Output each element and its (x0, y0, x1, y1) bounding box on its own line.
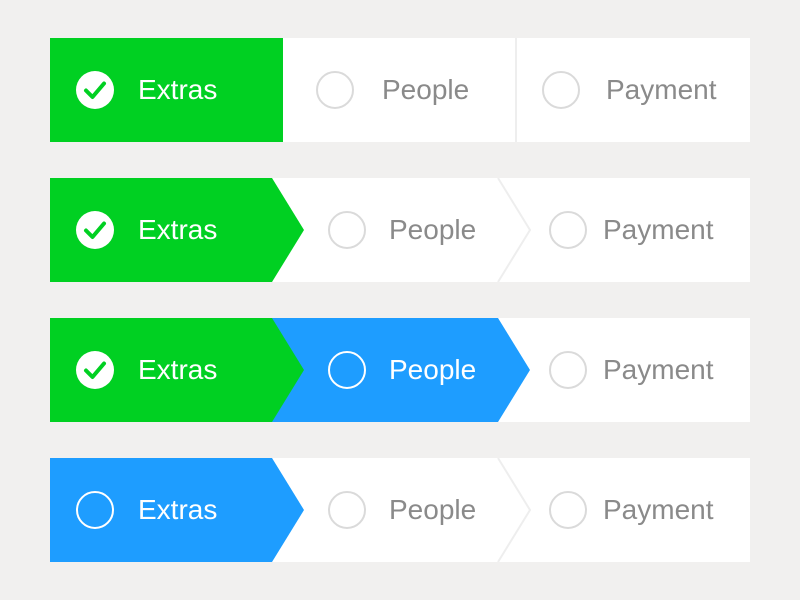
empty-circle-icon (549, 351, 587, 389)
empty-circle-icon (328, 491, 366, 529)
step-payment[interactable]: Payment (530, 318, 750, 422)
step-label: Payment (603, 354, 714, 385)
step-label: Payment (606, 74, 717, 105)
step-label: Payment (603, 214, 714, 245)
step-extras[interactable]: Extras (50, 38, 283, 142)
step-label: Extras (138, 74, 218, 105)
step-label: Extras (138, 214, 218, 245)
step-extras[interactable]: Extras (50, 178, 304, 282)
empty-circle-icon (328, 351, 366, 389)
empty-circle-icon (549, 491, 587, 529)
empty-circle-icon (542, 71, 580, 109)
step-people[interactable]: People (304, 318, 530, 422)
stepper-arrow-extras-current: Extras People Payment (50, 458, 750, 562)
checkmark-icon (76, 351, 114, 389)
step-label: Extras (138, 494, 218, 525)
stepper-flat: Extras People Payment (50, 38, 750, 142)
checkmark-icon (76, 211, 114, 249)
step-extras[interactable]: Extras (50, 458, 304, 562)
stepper-arrow-people-current: Extras People Payment (50, 318, 750, 422)
empty-circle-icon (549, 211, 587, 249)
step-extras[interactable]: Extras (50, 318, 304, 422)
empty-circle-icon (328, 211, 366, 249)
step-payment[interactable]: Payment (530, 458, 750, 562)
step-people[interactable]: People (283, 38, 516, 142)
step-label: Extras (138, 354, 218, 385)
step-label: People (389, 214, 477, 245)
step-label: People (389, 354, 477, 385)
step-people[interactable]: People (304, 178, 530, 282)
step-label: Payment (603, 494, 714, 525)
step-people[interactable]: People (304, 458, 530, 562)
stepper-arrow-extras-complete: Extras People Payment (50, 178, 750, 282)
checkmark-icon (76, 71, 114, 109)
empty-circle-icon (76, 491, 114, 529)
empty-circle-icon (316, 71, 354, 109)
step-label: People (389, 494, 477, 525)
step-payment[interactable]: Payment (516, 38, 750, 142)
step-label: People (382, 74, 470, 105)
step-payment[interactable]: Payment (530, 178, 750, 282)
